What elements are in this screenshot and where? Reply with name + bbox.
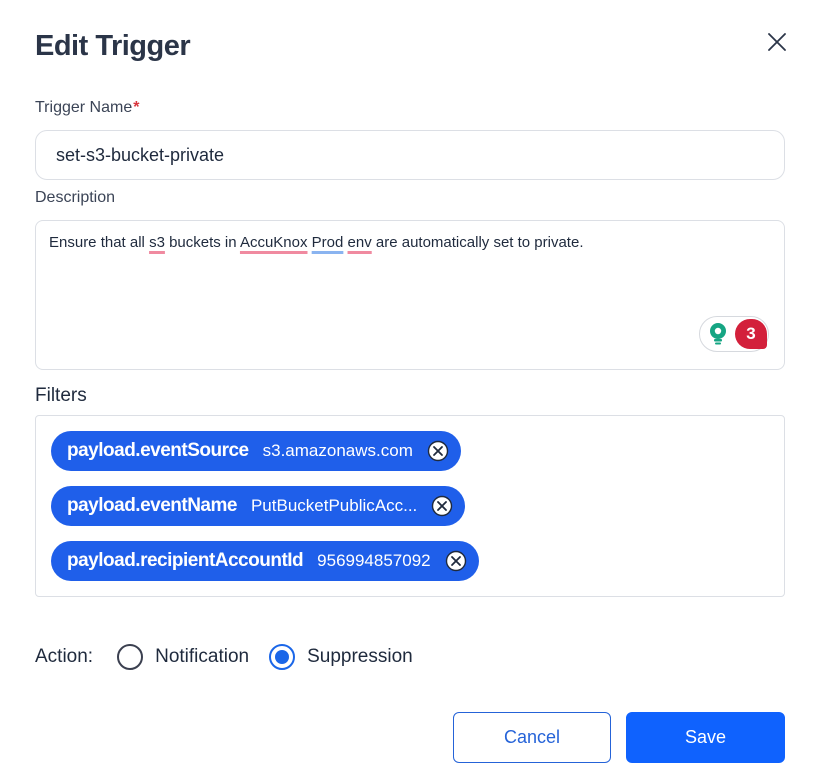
desc-part-2: buckets in — [164, 234, 240, 251]
grammar-word-prod: Prod — [311, 234, 344, 251]
description-text: Ensure that all s3 buckets in AccuKnox P… — [49, 234, 583, 251]
filters-label: Filters — [35, 385, 87, 406]
lightbulb-icon — [710, 323, 726, 345]
grammar-phrase-prod-env[interactable]: Prod env — [312, 234, 372, 251]
filter-chip-recipient-account-id: payload.recipientAccountId 956994857092 — [51, 541, 479, 581]
remove-filter-icon[interactable] — [445, 550, 467, 572]
remove-filter-icon[interactable] — [431, 495, 453, 517]
grammar-checker-widget[interactable]: 3 — [699, 316, 769, 352]
trigger-name-label: Trigger Name* — [35, 99, 139, 117]
filter-key: payload.recipientAccountId — [67, 550, 304, 571]
filter-chip-event-name: payload.eventName PutBucketPublicAcc... — [51, 486, 466, 526]
spellcheck-word-s3[interactable]: s3 — [149, 234, 165, 251]
filter-value: 956994857092 — [317, 551, 431, 570]
filter-value: s3.amazonaws.com — [262, 441, 413, 460]
radio-suppression[interactable]: Suppression — [269, 644, 413, 670]
save-button[interactable]: Save — [626, 712, 785, 763]
grammar-issue-count-badge: 3 — [735, 319, 767, 349]
filter-chip-event-source: payload.eventSource s3.amazonaws.com — [51, 431, 461, 471]
required-marker: * — [133, 99, 140, 116]
filters-box: payload.eventSource s3.amazonaws.com pay… — [35, 415, 785, 597]
description-textarea[interactable]: Ensure that all s3 buckets in AccuKnox P… — [35, 220, 785, 370]
action-radio-group: Action: Notification Suppression — [35, 644, 433, 670]
close-icon — [768, 33, 786, 51]
spellcheck-word-env: env — [347, 234, 372, 251]
radio-selected-dot — [275, 650, 290, 664]
dialog-title: Edit Trigger — [35, 30, 191, 62]
radio-suppression-circle[interactable] — [269, 644, 296, 670]
radio-suppression-label: Suppression — [307, 646, 413, 667]
description-label: Description — [35, 189, 116, 206]
trigger-name-label-text: Trigger Name — [35, 99, 133, 116]
action-label: Action: — [35, 646, 94, 667]
filter-key: payload.eventSource — [67, 440, 249, 461]
close-button[interactable] — [763, 28, 791, 56]
spellcheck-word-accuknox[interactable]: AccuKnox — [240, 234, 308, 251]
remove-filter-icon[interactable] — [427, 440, 449, 462]
radio-notification-circle[interactable] — [117, 644, 144, 670]
radio-notification-label: Notification — [155, 646, 250, 667]
radio-notification[interactable]: Notification — [117, 644, 249, 670]
desc-part-4: are automatically set to private. — [371, 234, 584, 251]
filter-value: PutBucketPublicAcc... — [250, 496, 418, 515]
filter-key: payload.eventName — [67, 495, 237, 516]
desc-part-1: Ensure that all — [49, 234, 150, 251]
cancel-button[interactable]: Cancel — [453, 712, 611, 763]
trigger-name-input[interactable] — [35, 130, 785, 180]
